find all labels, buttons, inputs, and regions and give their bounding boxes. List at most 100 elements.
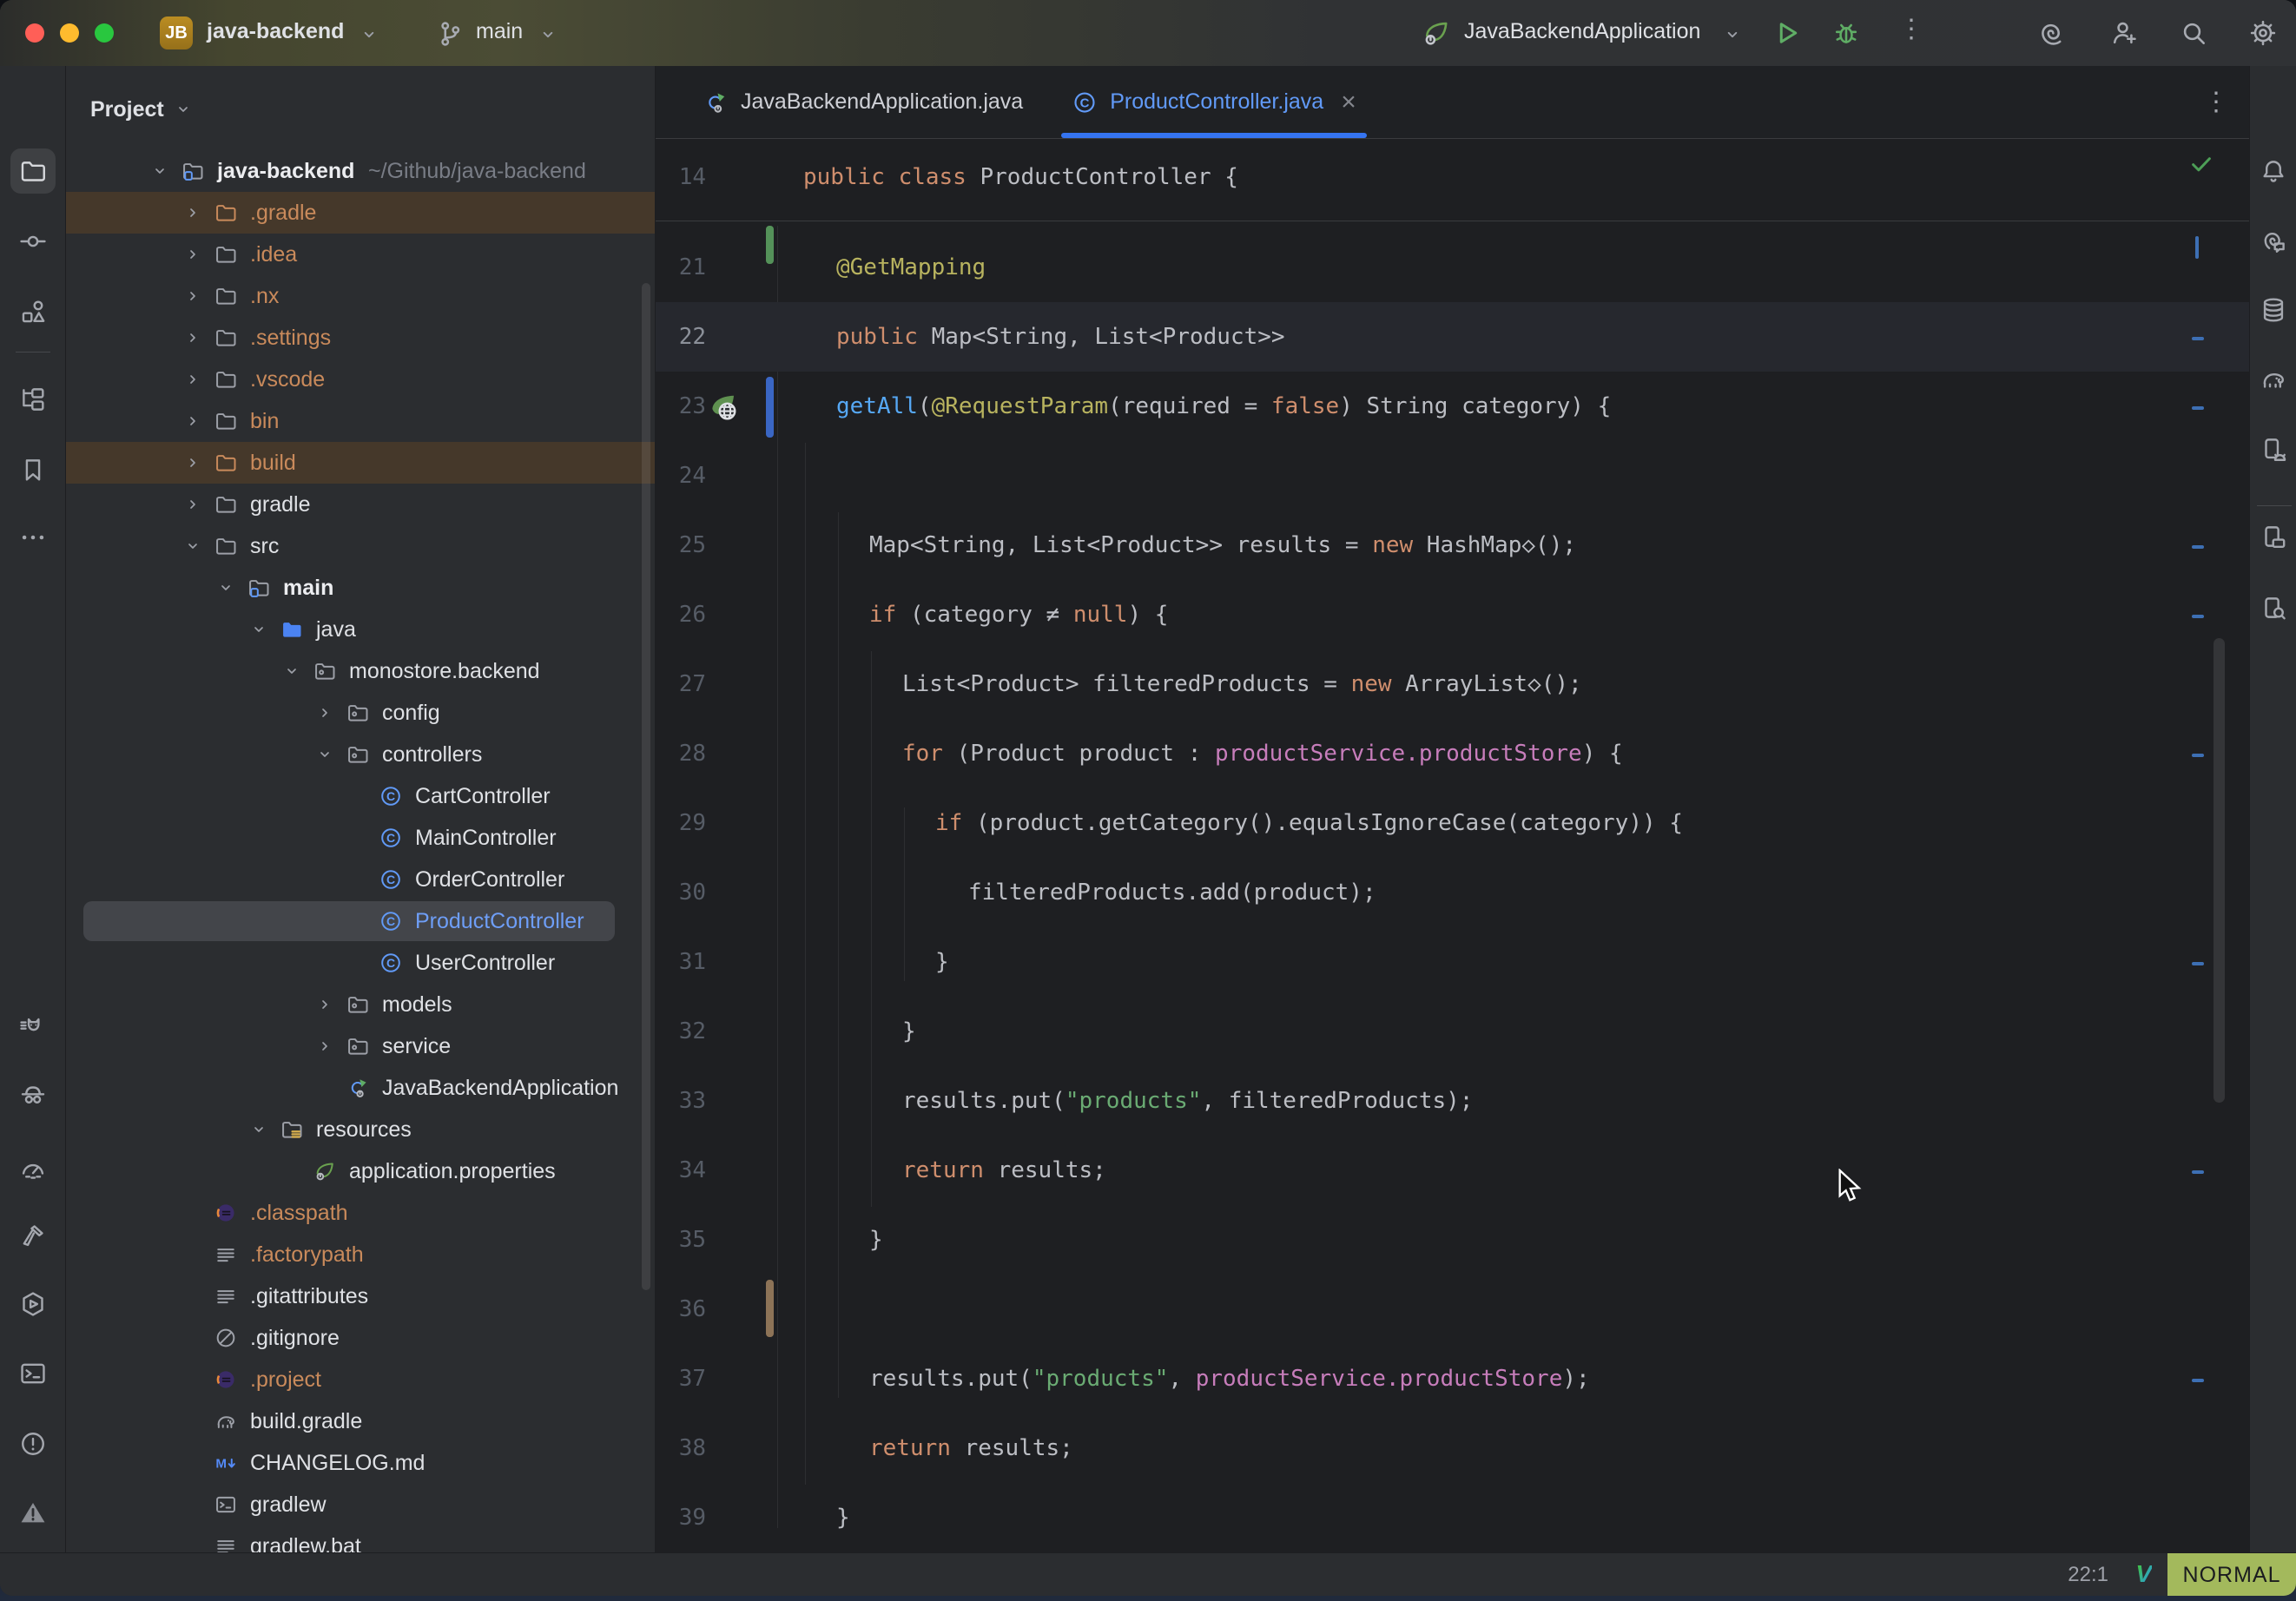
- stripe-mark[interactable]: [2192, 545, 2204, 549]
- code-line-24[interactable]: 24: [656, 441, 2249, 511]
- tab-productcontroller[interactable]: C ProductController.java ×: [1047, 66, 1381, 138]
- project-badge[interactable]: JB: [160, 16, 193, 49]
- code-line-32[interactable]: 32 }: [656, 997, 2249, 1066]
- settings-gear-icon[interactable]: [2247, 17, 2279, 49]
- profiler-icon[interactable]: [18, 1154, 48, 1183]
- run-configuration-selector[interactable]: JavaBackendApplication: [1464, 19, 1700, 44]
- cat-plugin-icon[interactable]: [18, 1013, 48, 1043]
- tree-item-service[interactable]: service: [66, 1025, 656, 1067]
- tree-item-vscode[interactable]: .vscode: [66, 359, 656, 400]
- tree-item-controllers[interactable]: controllers: [66, 734, 656, 775]
- chevron-down-icon[interactable]: [1721, 23, 1744, 46]
- code-line-21[interactable]: 21 @GetMapping: [656, 233, 2249, 302]
- tree-item-factorypath[interactable]: .factorypath: [66, 1234, 656, 1275]
- build-hammer-icon[interactable]: [18, 1221, 48, 1250]
- tree-item-classpath[interactable]: .classpath: [66, 1192, 656, 1234]
- warning-icon[interactable]: [18, 1498, 48, 1527]
- ideavim-icon[interactable]: V: [2135, 1560, 2152, 1588]
- tree-item-productcontroller[interactable]: C ProductController: [66, 900, 656, 942]
- hierarchy-icon[interactable]: [18, 385, 48, 414]
- tree-item-javabackendapplication[interactable]: JavaBackendApplication: [66, 1067, 656, 1109]
- git-branch-icon[interactable]: [434, 18, 465, 49]
- tree-item-bin[interactable]: bin: [66, 400, 656, 442]
- tree-item-settings[interactable]: .settings: [66, 317, 656, 359]
- inspections-ok-check-icon[interactable]: [2188, 151, 2214, 177]
- tree-item-build-dir[interactable]: build: [66, 442, 656, 484]
- tree-item-application-properties[interactable]: application.properties: [66, 1150, 656, 1192]
- code-line-29[interactable]: 29 if (product.getCategory().equalsIgnor…: [656, 788, 2249, 858]
- code-line-26[interactable]: 26 if (category ≠ null) {: [656, 580, 2249, 649]
- tree-item-idea[interactable]: .idea: [66, 234, 656, 275]
- tree-item-gradle-wrapper[interactable]: gradle: [66, 484, 656, 525]
- tree-item-java[interactable]: java: [66, 609, 656, 650]
- tree-item-maincontroller[interactable]: C MainController: [66, 817, 656, 859]
- run-button[interactable]: [1771, 17, 1803, 49]
- more-ellipsis-icon[interactable]: [18, 523, 48, 552]
- vim-mode-badge[interactable]: NORMAL: [2167, 1553, 2296, 1596]
- structure-shapes-icon[interactable]: [18, 297, 48, 326]
- code-line-38[interactable]: 38 return results;: [656, 1413, 2249, 1483]
- tree-item-nx[interactable]: .nx: [66, 275, 656, 317]
- incognito-icon[interactable]: [18, 1080, 48, 1110]
- chevron-down-icon[interactable]: [358, 23, 380, 46]
- terminal-icon[interactable]: [18, 1359, 48, 1388]
- tree-item-gradle-dir[interactable]: .gradle: [66, 192, 656, 234]
- code-line-23[interactable]: 23 getAll(@RequestParam(required = false…: [656, 372, 2249, 441]
- stripe-mark[interactable]: [2195, 236, 2199, 259]
- code-line-28[interactable]: 28 for (Product product : productService…: [656, 719, 2249, 788]
- commit-icon[interactable]: [18, 227, 48, 256]
- code-editor[interactable]: 14 public class ProductController { 21 @…: [656, 139, 2249, 1552]
- search-icon[interactable]: [2178, 17, 2209, 49]
- tree-item-src[interactable]: src: [66, 525, 656, 567]
- database-icon[interactable]: [2259, 295, 2288, 325]
- stripe-mark[interactable]: [2192, 337, 2204, 340]
- chevron-down-icon[interactable]: [537, 23, 559, 46]
- code-line-34[interactable]: 34 return results;: [656, 1136, 2249, 1205]
- tree-item-changelog[interactable]: M CHANGELOG.md: [66, 1442, 656, 1484]
- branch-selector[interactable]: main: [476, 19, 523, 44]
- stripe-mark[interactable]: [2192, 615, 2204, 618]
- tree-item-ordercontroller[interactable]: C OrderController: [66, 859, 656, 900]
- tree-item-cartcontroller[interactable]: C CartController: [66, 775, 656, 817]
- zoom-window-button[interactable]: [95, 23, 114, 43]
- device-inspect-icon[interactable]: [2259, 594, 2288, 623]
- tree-item-gitattributes[interactable]: .gitattributes: [66, 1275, 656, 1317]
- more-kebab-icon[interactable]: ⋮: [1898, 14, 1924, 44]
- add-user-icon[interactable]: [2108, 17, 2140, 49]
- services-icon[interactable]: [18, 1289, 48, 1319]
- code-line-37[interactable]: 37 results.put("products", productServic…: [656, 1344, 2249, 1413]
- ai-assistant-icon[interactable]: [2035, 17, 2067, 49]
- code-line-39[interactable]: 39 }: [656, 1483, 2249, 1552]
- tree-item-resources[interactable]: resources: [66, 1109, 656, 1150]
- problems-icon[interactable]: [18, 1429, 48, 1459]
- tree-item-gradlew[interactable]: gradlew: [66, 1484, 656, 1525]
- tree-item-gradlew-bat[interactable]: gradlew.bat: [66, 1525, 656, 1552]
- code-line-30[interactable]: 30 filteredProducts.add(product);: [656, 858, 2249, 927]
- close-tab-icon[interactable]: ×: [1341, 88, 1356, 117]
- notifications-bell-icon[interactable]: [2259, 156, 2288, 186]
- project-panel-header[interactable]: Project: [90, 92, 194, 127]
- code-line-31[interactable]: 31 }: [656, 927, 2249, 997]
- code-line-33[interactable]: 33 results.put("products", filteredProdu…: [656, 1066, 2249, 1136]
- editor-scrollbar[interactable]: [2214, 638, 2225, 1103]
- tree-item-project-file[interactable]: .project: [66, 1359, 656, 1400]
- tree-item-config[interactable]: config: [66, 692, 656, 734]
- bookmarks-icon[interactable]: [18, 455, 48, 484]
- stripe-mark[interactable]: [2192, 406, 2204, 410]
- tree-item-gitignore[interactable]: .gitignore: [66, 1317, 656, 1359]
- code-line-22-current[interactable]: 22 public Map<String, List<Product>>: [656, 302, 2249, 372]
- tab-options-kebab-icon[interactable]: ⋮: [2199, 83, 2233, 122]
- tree-item-usercontroller[interactable]: C UserController: [66, 942, 656, 984]
- code-line-14[interactable]: 14 public class ProductController {: [656, 142, 2249, 212]
- code-line-35[interactable]: 35 }: [656, 1205, 2249, 1275]
- code-line-27[interactable]: 27 List<Product> filteredProducts = new …: [656, 649, 2249, 719]
- tree-scrollbar[interactable]: [642, 283, 650, 1290]
- debug-button[interactable]: [1831, 17, 1862, 49]
- tab-javabackendapplication[interactable]: JavaBackendApplication.java: [678, 66, 1047, 138]
- code-line-25[interactable]: 25 Map<String, List<Product>> results = …: [656, 511, 2249, 580]
- tree-item-build-gradle[interactable]: build.gradle: [66, 1400, 656, 1442]
- project-folder-icon[interactable]: [18, 156, 48, 186]
- close-window-button[interactable]: [25, 23, 44, 43]
- tree-item-monostore-backend[interactable]: monostore.backend: [66, 650, 656, 692]
- stripe-mark[interactable]: [2192, 1379, 2204, 1382]
